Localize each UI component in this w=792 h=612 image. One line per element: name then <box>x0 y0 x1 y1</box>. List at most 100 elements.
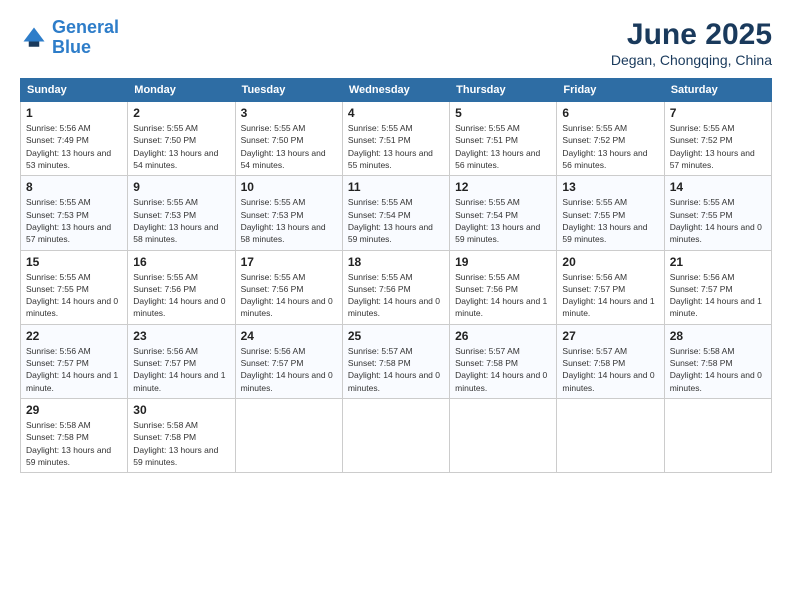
calendar-cell: 17Sunrise: 5:55 AMSunset: 7:56 PMDayligh… <box>235 250 342 324</box>
day-info: Sunrise: 5:56 AMSunset: 7:57 PMDaylight:… <box>133 345 229 394</box>
day-number: 6 <box>562 106 658 120</box>
day-number: 13 <box>562 180 658 194</box>
day-info: Sunrise: 5:56 AMSunset: 7:57 PMDaylight:… <box>26 345 122 394</box>
day-info: Sunrise: 5:55 AMSunset: 7:53 PMDaylight:… <box>133 196 229 245</box>
calendar-cell: 8 Sunrise: 5:55 AMSunset: 7:53 PMDaylight… <box>21 176 128 250</box>
calendar-cell <box>664 399 771 473</box>
logo-text: General Blue <box>52 18 119 58</box>
logo-icon <box>20 24 48 52</box>
calendar-cell: 7Sunrise: 5:55 AMSunset: 7:52 PMDaylight… <box>664 102 771 176</box>
day-info: Sunrise: 5:55 AMSunset: 7:56 PMDaylight:… <box>455 271 551 320</box>
day-info: Sunrise: 5:55 AMSunset: 7:55 PMDaylight:… <box>562 196 658 245</box>
col-header-sunday: Sunday <box>21 79 128 102</box>
day-info: Sunrise: 5:55 AMSunset: 7:51 PMDaylight:… <box>455 122 551 171</box>
day-number: 22 <box>26 329 122 343</box>
day-number: 20 <box>562 255 658 269</box>
day-info: Sunrise: 5:55 AMSunset: 7:54 PMDaylight:… <box>455 196 551 245</box>
day-number: 8 <box>26 180 122 194</box>
col-header-monday: Monday <box>128 79 235 102</box>
col-header-friday: Friday <box>557 79 664 102</box>
calendar-cell: 2 Sunrise: 5:55 AMSunset: 7:50 PMDaylight… <box>128 102 235 176</box>
calendar-cell: 3 Sunrise: 5:55 AMSunset: 7:50 PMDaylight… <box>235 102 342 176</box>
logo-line2: Blue <box>52 38 119 58</box>
day-number: 24 <box>241 329 337 343</box>
col-header-wednesday: Wednesday <box>342 79 449 102</box>
calendar-cell: 12 Sunrise: 5:55 AMSunset: 7:54 PMDayligh… <box>450 176 557 250</box>
calendar-week-row: 22 Sunrise: 5:56 AMSunset: 7:57 PMDayligh… <box>21 324 772 398</box>
day-number: 1 <box>26 106 122 120</box>
calendar-cell: 4Sunrise: 5:55 AMSunset: 7:51 PMDaylight… <box>342 102 449 176</box>
calendar-table: SundayMondayTuesdayWednesdayThursdayFrid… <box>20 78 772 473</box>
day-info: Sunrise: 5:56 AMSunset: 7:57 PMDaylight:… <box>670 271 766 320</box>
day-info: Sunrise: 5:58 AMSunset: 7:58 PMDaylight:… <box>133 419 229 468</box>
day-number: 18 <box>348 255 444 269</box>
day-info: Sunrise: 5:57 AMSunset: 7:58 PMDaylight:… <box>562 345 658 394</box>
header: General Blue June 2025 Degan, Chongqing,… <box>20 18 772 68</box>
day-number: 10 <box>241 180 337 194</box>
day-number: 23 <box>133 329 229 343</box>
day-number: 30 <box>133 403 229 417</box>
day-number: 3 <box>241 106 337 120</box>
day-number: 2 <box>133 106 229 120</box>
calendar-cell <box>235 399 342 473</box>
day-number: 12 <box>455 180 551 194</box>
day-number: 4 <box>348 106 444 120</box>
col-header-saturday: Saturday <box>664 79 771 102</box>
day-info: Sunrise: 5:56 AMSunset: 7:49 PMDaylight:… <box>26 122 122 171</box>
calendar-cell: 11 Sunrise: 5:55 AMSunset: 7:54 PMDayligh… <box>342 176 449 250</box>
calendar-header-row: SundayMondayTuesdayWednesdayThursdayFrid… <box>21 79 772 102</box>
day-info: Sunrise: 5:55 AMSunset: 7:56 PMDaylight:… <box>348 271 444 320</box>
day-info: Sunrise: 5:56 AMSunset: 7:57 PMDaylight:… <box>241 345 337 394</box>
day-info: Sunrise: 5:55 AMSunset: 7:53 PMDaylight:… <box>26 196 122 245</box>
calendar-cell: 1 Sunrise: 5:56 AMSunset: 7:49 PMDaylight… <box>21 102 128 176</box>
calendar-cell: 20Sunrise: 5:56 AMSunset: 7:57 PMDayligh… <box>557 250 664 324</box>
day-info: Sunrise: 5:55 AMSunset: 7:55 PMDaylight:… <box>670 196 766 245</box>
calendar-cell: 29Sunrise: 5:58 AMSunset: 7:58 PMDayligh… <box>21 399 128 473</box>
logo-line1: General <box>52 17 119 37</box>
day-info: Sunrise: 5:55 AMSunset: 7:54 PMDaylight:… <box>348 196 444 245</box>
day-info: Sunrise: 5:57 AMSunset: 7:58 PMDaylight:… <box>348 345 444 394</box>
day-info: Sunrise: 5:58 AMSunset: 7:58 PMDaylight:… <box>670 345 766 394</box>
calendar-cell: 21 Sunrise: 5:56 AMSunset: 7:57 PMDayligh… <box>664 250 771 324</box>
calendar-cell: 18 Sunrise: 5:55 AMSunset: 7:56 PMDayligh… <box>342 250 449 324</box>
day-number: 28 <box>670 329 766 343</box>
month-title: June 2025 <box>611 18 772 52</box>
day-number: 16 <box>133 255 229 269</box>
day-number: 19 <box>455 255 551 269</box>
col-header-thursday: Thursday <box>450 79 557 102</box>
calendar-cell: 19 Sunrise: 5:55 AMSunset: 7:56 PMDayligh… <box>450 250 557 324</box>
calendar-cell: 27Sunrise: 5:57 AMSunset: 7:58 PMDayligh… <box>557 324 664 398</box>
day-info: Sunrise: 5:55 AMSunset: 7:56 PMDaylight:… <box>133 271 229 320</box>
calendar-cell: 24 Sunrise: 5:56 AMSunset: 7:57 PMDayligh… <box>235 324 342 398</box>
calendar-cell: 16 Sunrise: 5:55 AMSunset: 7:56 PMDayligh… <box>128 250 235 324</box>
col-header-tuesday: Tuesday <box>235 79 342 102</box>
day-number: 5 <box>455 106 551 120</box>
day-number: 11 <box>348 180 444 194</box>
day-info: Sunrise: 5:55 AMSunset: 7:52 PMDaylight:… <box>562 122 658 171</box>
day-number: 15 <box>26 255 122 269</box>
day-info: Sunrise: 5:55 AMSunset: 7:50 PMDaylight:… <box>241 122 337 171</box>
day-number: 7 <box>670 106 766 120</box>
calendar-cell: 14Sunrise: 5:55 AMSunset: 7:55 PMDayligh… <box>664 176 771 250</box>
day-number: 21 <box>670 255 766 269</box>
calendar-cell: 15Sunrise: 5:55 AMSunset: 7:55 PMDayligh… <box>21 250 128 324</box>
calendar-cell: 10 Sunrise: 5:55 AMSunset: 7:53 PMDayligh… <box>235 176 342 250</box>
location: Degan, Chongqing, China <box>611 52 772 68</box>
calendar-week-row: 15Sunrise: 5:55 AMSunset: 7:55 PMDayligh… <box>21 250 772 324</box>
day-info: Sunrise: 5:55 AMSunset: 7:50 PMDaylight:… <box>133 122 229 171</box>
day-info: Sunrise: 5:55 AMSunset: 7:53 PMDaylight:… <box>241 196 337 245</box>
title-block: June 2025 Degan, Chongqing, China <box>611 18 772 68</box>
calendar-week-row: 29Sunrise: 5:58 AMSunset: 7:58 PMDayligh… <box>21 399 772 473</box>
calendar-cell: 9 Sunrise: 5:55 AMSunset: 7:53 PMDaylight… <box>128 176 235 250</box>
day-number: 25 <box>348 329 444 343</box>
calendar-page: General Blue June 2025 Degan, Chongqing,… <box>0 0 792 612</box>
day-number: 26 <box>455 329 551 343</box>
calendar-cell: 5 Sunrise: 5:55 AMSunset: 7:51 PMDaylight… <box>450 102 557 176</box>
day-number: 9 <box>133 180 229 194</box>
calendar-cell <box>450 399 557 473</box>
day-info: Sunrise: 5:58 AMSunset: 7:58 PMDaylight:… <box>26 419 122 468</box>
day-number: 17 <box>241 255 337 269</box>
day-info: Sunrise: 5:57 AMSunset: 7:58 PMDaylight:… <box>455 345 551 394</box>
calendar-cell: 6 Sunrise: 5:55 AMSunset: 7:52 PMDaylight… <box>557 102 664 176</box>
calendar-cell <box>557 399 664 473</box>
